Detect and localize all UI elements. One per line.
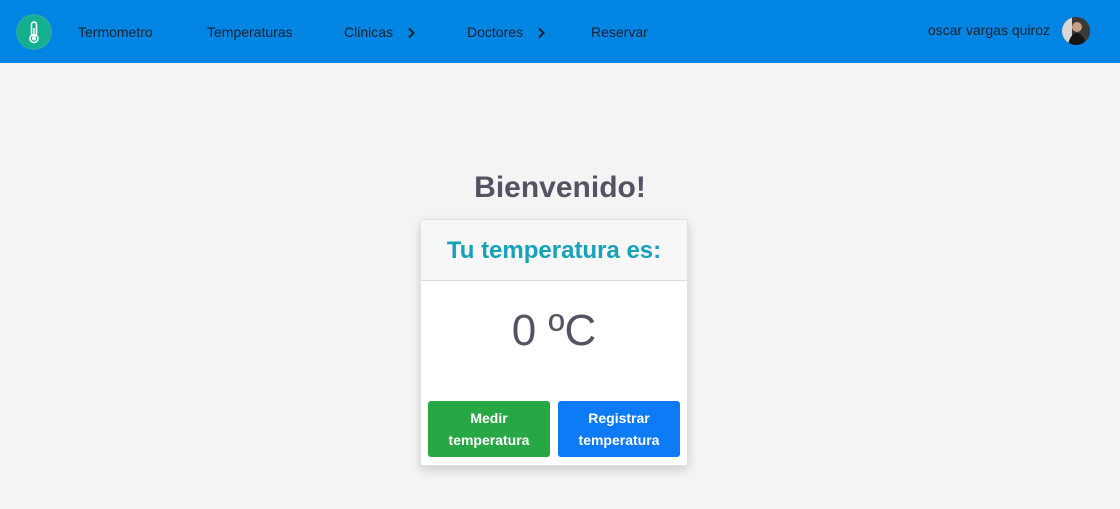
thermometer-logo-icon[interactable] <box>16 14 52 50</box>
nav-item-label: Termometro <box>78 24 153 40</box>
nav-item-termometro[interactable]: Termometro <box>78 22 153 42</box>
welcome-heading: Bienvenido! <box>474 171 646 204</box>
user-avatar[interactable] <box>1062 17 1090 45</box>
avatar-icon <box>1062 17 1090 45</box>
nav-item-clinicas[interactable]: Clinicas <box>344 22 415 42</box>
nav-item-label: Temperaturas <box>207 24 293 40</box>
card-header-title: Tu temperatura es: <box>421 220 687 281</box>
nav-item-doctores[interactable]: Doctores <box>467 22 545 42</box>
register-temperature-button[interactable]: Registrar temperatura <box>558 401 680 457</box>
nav-item-label: Reservar <box>591 24 648 40</box>
top-navbar: Termometro Temperaturas Clinicas Doctore… <box>0 0 1120 63</box>
nav-item-label: Doctores <box>467 24 524 40</box>
temperature-value: 0 ºC <box>511 306 597 355</box>
temperature-card: Tu temperatura es: 0 ºC Medir temperatur… <box>420 219 688 466</box>
chevron-right-icon <box>408 28 415 39</box>
nav-item-temperaturas[interactable]: Temperaturas <box>207 22 293 42</box>
chevron-right-icon <box>538 28 545 39</box>
measure-temperature-button[interactable]: Medir temperatura <box>428 401 550 457</box>
nav-item-label: Clinicas <box>344 24 394 40</box>
user-name[interactable]: oscar vargas quiroz <box>928 20 1050 40</box>
nav-item-reservar[interactable]: Reservar <box>591 22 648 42</box>
